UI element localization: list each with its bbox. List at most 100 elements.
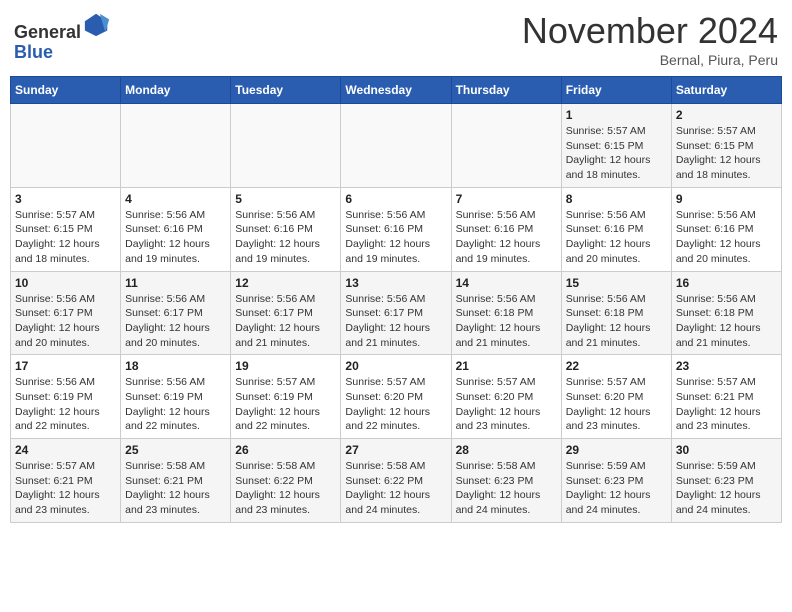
day-info: Sunrise: 5:57 AM Sunset: 6:20 PM Dayligh… (345, 375, 446, 434)
calendar-day-cell: 16 Sunrise: 5:56 AM Sunset: 6:18 PM Dayli… (671, 271, 781, 355)
calendar-day-cell: 10Sunrise: 5:56 AM Sunset: 6:17 PM Dayli… (11, 271, 121, 355)
calendar-day-cell: 12 Sunrise: 5:56 AM Sunset: 6:17 PM Dayli… (231, 271, 341, 355)
calendar-day-cell (341, 104, 451, 188)
day-number: 6 (345, 192, 446, 206)
day-info: Sunrise: 5:56 AM Sunset: 6:17 PM Dayligh… (125, 292, 226, 351)
day-number: 30 (676, 443, 777, 457)
day-number: 14 (456, 276, 557, 290)
calendar-day-cell (121, 104, 231, 188)
day-info: Sunrise: 5:58 AM Sunset: 6:22 PM Dayligh… (345, 459, 446, 518)
calendar-day-cell: 24 Sunrise: 5:57 AM Sunset: 6:21 PM Dayli… (11, 439, 121, 523)
day-number: 1 (566, 108, 667, 122)
day-number: 24 (15, 443, 116, 457)
day-number: 10 (15, 276, 116, 290)
day-info: Sunrise: 5:56 AM Sunset: 6:16 PM Dayligh… (566, 208, 667, 267)
day-info: Sunrise: 5:58 AM Sunset: 6:22 PM Dayligh… (235, 459, 336, 518)
day-number: 13 (345, 276, 446, 290)
day-info: Sunrise: 5:56 AM Sunset: 6:18 PM Dayligh… (676, 292, 777, 351)
day-number: 25 (125, 443, 226, 457)
day-number: 3 (15, 192, 116, 206)
calendar-week-row: 24 Sunrise: 5:57 AM Sunset: 6:21 PM Dayli… (11, 439, 782, 523)
day-info: Sunrise: 5:59 AM Sunset: 6:23 PM Dayligh… (676, 459, 777, 518)
day-of-week-header: Sunday (11, 77, 121, 104)
calendar-day-cell: 19Sunrise: 5:57 AM Sunset: 6:19 PM Dayli… (231, 355, 341, 439)
calendar-day-cell: 5 Sunrise: 5:56 AM Sunset: 6:16 PM Daylig… (231, 187, 341, 271)
day-number: 26 (235, 443, 336, 457)
month-title: November 2024 (522, 10, 778, 52)
day-of-week-header: Wednesday (341, 77, 451, 104)
day-number: 20 (345, 359, 446, 373)
day-info: Sunrise: 5:56 AM Sunset: 6:16 PM Dayligh… (125, 208, 226, 267)
calendar-week-row: 3 Sunrise: 5:57 AM Sunset: 6:15 PM Daylig… (11, 187, 782, 271)
day-number: 21 (456, 359, 557, 373)
day-info: Sunrise: 5:58 AM Sunset: 6:21 PM Dayligh… (125, 459, 226, 518)
day-number: 18 (125, 359, 226, 373)
day-number: 2 (676, 108, 777, 122)
day-info: Sunrise: 5:57 AM Sunset: 6:21 PM Dayligh… (15, 459, 116, 518)
day-number: 28 (456, 443, 557, 457)
day-info: Sunrise: 5:57 AM Sunset: 6:15 PM Dayligh… (676, 124, 777, 183)
day-info: Sunrise: 5:56 AM Sunset: 6:18 PM Dayligh… (566, 292, 667, 351)
day-info: Sunrise: 5:56 AM Sunset: 6:19 PM Dayligh… (15, 375, 116, 434)
calendar-day-cell: 1 Sunrise: 5:57 AM Sunset: 6:15 PM Daylig… (561, 104, 671, 188)
day-number: 22 (566, 359, 667, 373)
day-of-week-header: Tuesday (231, 77, 341, 104)
calendar-day-cell: 8Sunrise: 5:56 AM Sunset: 6:16 PM Daylig… (561, 187, 671, 271)
day-number: 15 (566, 276, 667, 290)
calendar-day-cell: 22 Sunrise: 5:57 AM Sunset: 6:20 PM Dayli… (561, 355, 671, 439)
location-subtitle: Bernal, Piura, Peru (522, 52, 778, 68)
day-number: 16 (676, 276, 777, 290)
calendar-day-cell (231, 104, 341, 188)
day-info: Sunrise: 5:57 AM Sunset: 6:21 PM Dayligh… (676, 375, 777, 434)
day-number: 11 (125, 276, 226, 290)
calendar-header: SundayMondayTuesdayWednesdayThursdayFrid… (11, 77, 782, 104)
calendar-day-cell: 15 Sunrise: 5:56 AM Sunset: 6:18 PM Dayli… (561, 271, 671, 355)
calendar-day-cell: 27Sunrise: 5:58 AM Sunset: 6:22 PM Dayli… (341, 439, 451, 523)
day-info: Sunrise: 5:56 AM Sunset: 6:17 PM Dayligh… (235, 292, 336, 351)
calendar-day-cell: 21Sunrise: 5:57 AM Sunset: 6:20 PM Dayli… (451, 355, 561, 439)
calendar-day-cell: 7Sunrise: 5:56 AM Sunset: 6:16 PM Daylig… (451, 187, 561, 271)
day-number: 12 (235, 276, 336, 290)
calendar-day-cell: 14 Sunrise: 5:56 AM Sunset: 6:18 PM Dayli… (451, 271, 561, 355)
calendar-day-cell: 25 Sunrise: 5:58 AM Sunset: 6:21 PM Dayli… (121, 439, 231, 523)
day-info: Sunrise: 5:57 AM Sunset: 6:15 PM Dayligh… (566, 124, 667, 183)
calendar-day-cell: 13 Sunrise: 5:56 AM Sunset: 6:17 PM Dayli… (341, 271, 451, 355)
day-number: 29 (566, 443, 667, 457)
day-info: Sunrise: 5:57 AM Sunset: 6:20 PM Dayligh… (566, 375, 667, 434)
calendar-day-cell: 29Sunrise: 5:59 AM Sunset: 6:23 PM Dayli… (561, 439, 671, 523)
days-of-week-row: SundayMondayTuesdayWednesdayThursdayFrid… (11, 77, 782, 104)
calendar-day-cell: 3 Sunrise: 5:57 AM Sunset: 6:15 PM Daylig… (11, 187, 121, 271)
calendar-day-cell: 18 Sunrise: 5:56 AM Sunset: 6:19 PM Dayli… (121, 355, 231, 439)
day-info: Sunrise: 5:56 AM Sunset: 6:16 PM Dayligh… (676, 208, 777, 267)
day-number: 9 (676, 192, 777, 206)
day-of-week-header: Saturday (671, 77, 781, 104)
page-header: General Blue November 2024 Bernal, Piura… (10, 10, 782, 68)
day-info: Sunrise: 5:56 AM Sunset: 6:18 PM Dayligh… (456, 292, 557, 351)
calendar-week-row: 17 Sunrise: 5:56 AM Sunset: 6:19 PM Dayli… (11, 355, 782, 439)
day-number: 7 (456, 192, 557, 206)
day-info: Sunrise: 5:57 AM Sunset: 6:19 PM Dayligh… (235, 375, 336, 434)
calendar-day-cell: 4 Sunrise: 5:56 AM Sunset: 6:16 PM Daylig… (121, 187, 231, 271)
calendar-day-cell: 2 Sunrise: 5:57 AM Sunset: 6:15 PM Daylig… (671, 104, 781, 188)
calendar-day-cell: 30 Sunrise: 5:59 AM Sunset: 6:23 PM Dayli… (671, 439, 781, 523)
calendar-day-cell: 9 Sunrise: 5:56 AM Sunset: 6:16 PM Daylig… (671, 187, 781, 271)
day-number: 4 (125, 192, 226, 206)
day-number: 5 (235, 192, 336, 206)
day-info: Sunrise: 5:56 AM Sunset: 6:16 PM Dayligh… (235, 208, 336, 267)
calendar-week-row: 1 Sunrise: 5:57 AM Sunset: 6:15 PM Daylig… (11, 104, 782, 188)
day-info: Sunrise: 5:56 AM Sunset: 6:16 PM Dayligh… (345, 208, 446, 267)
day-of-week-header: Monday (121, 77, 231, 104)
calendar-day-cell: 6 Sunrise: 5:56 AM Sunset: 6:16 PM Daylig… (341, 187, 451, 271)
calendar-body: 1 Sunrise: 5:57 AM Sunset: 6:15 PM Daylig… (11, 104, 782, 523)
day-number: 17 (15, 359, 116, 373)
calendar-week-row: 10 Sunrise: 5:56 AM Sunset: 6:17 PM Dayli… (11, 271, 782, 355)
day-info: Sunrise: 5:56 AM Sunset: 6:19 PM Dayligh… (125, 375, 226, 434)
calendar-day-cell: 20 Sunrise: 5:57 AM Sunset: 6:20 PM Dayli… (341, 355, 451, 439)
day-info: Sunrise: 5:58 AM Sunset: 6:23 PM Dayligh… (456, 459, 557, 518)
day-info: Sunrise: 5:57 AM Sunset: 6:15 PM Dayligh… (15, 208, 116, 267)
day-number: 23 (676, 359, 777, 373)
calendar-table: SundayMondayTuesdayWednesdayThursdayFrid… (10, 76, 782, 523)
day-info: Sunrise: 5:56 AM Sunset: 6:17 PM Dayligh… (345, 292, 446, 351)
calendar-day-cell: 17 Sunrise: 5:56 AM Sunset: 6:19 PM Dayli… (11, 355, 121, 439)
calendar-day-cell: 26 Sunrise: 5:58 AM Sunset: 6:22 PM Dayli… (231, 439, 341, 523)
